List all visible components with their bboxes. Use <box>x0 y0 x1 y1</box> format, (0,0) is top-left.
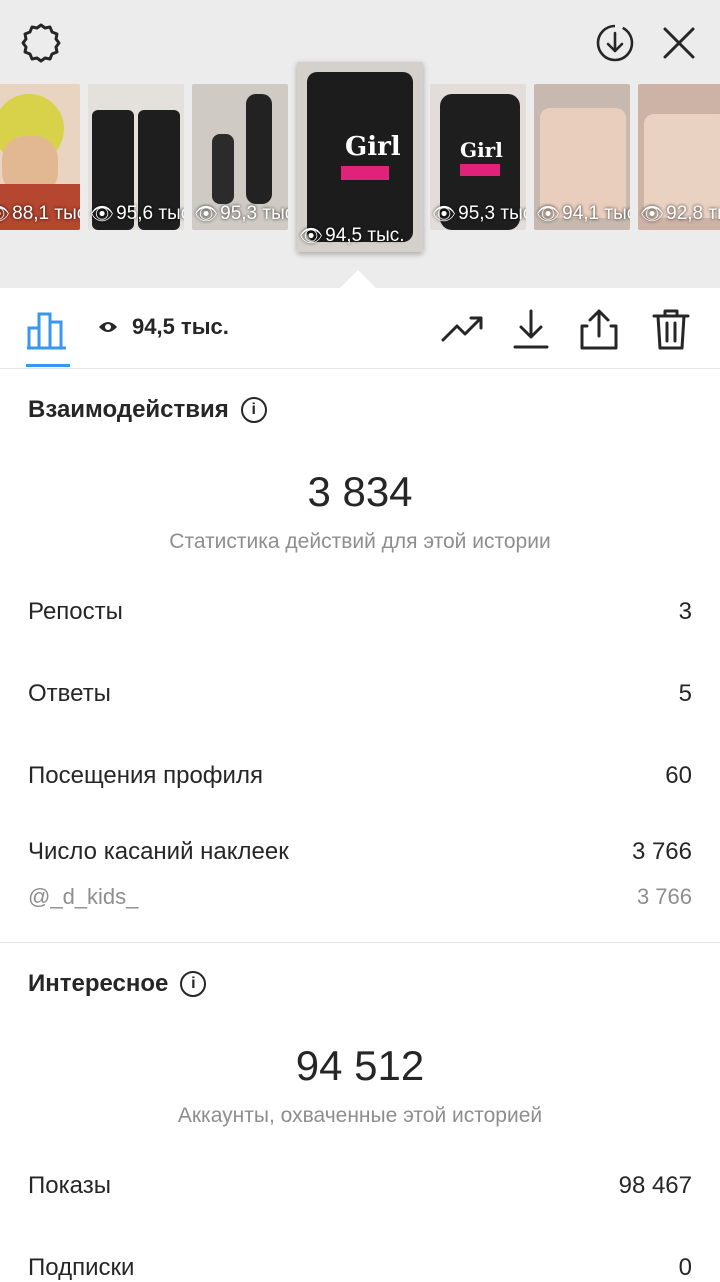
interactions-title: Взаимодействия <box>28 396 229 423</box>
eye-icon: 👁 <box>432 204 457 225</box>
thumbnail-views: 95,3 тыс. <box>458 203 526 224</box>
story-thumbnail[interactable]: 👁95,3 тыс. <box>192 84 288 230</box>
download-icon[interactable] <box>508 306 554 352</box>
stat-label: Показы <box>28 1172 111 1199</box>
story-thumbnail[interactable]: 👁92,8 тыс. <box>638 84 720 230</box>
sticker-handle: @_d_kids_ <box>28 884 139 909</box>
story-thumbnail[interactable]: 👁94,1 тыс. <box>534 84 630 230</box>
eye-icon: 👁 <box>640 204 665 225</box>
info-icon[interactable]: i <box>180 971 207 997</box>
active-tab-indicator <box>26 364 70 367</box>
stat-row-sticker-mention: @_d_kids_ 3 766 <box>28 884 692 910</box>
stat-label: Число касаний наклеек <box>28 838 289 865</box>
discovery-heading: Интересное i <box>28 970 207 998</box>
eye-icon: 👁 <box>194 204 219 225</box>
eye-icon: 👁 <box>299 226 324 247</box>
eye-icon: 👁 <box>90 204 115 225</box>
selected-indicator <box>340 270 376 288</box>
views-count: 94,5 тыс. <box>132 314 229 339</box>
stat-value: 3 <box>678 598 692 625</box>
story-thumbnails: 👁88,1 тыс. 👁95,6 тыс. 👁95,3 тыс. Girl 👁9… <box>0 62 720 252</box>
trending-up-icon[interactable] <box>440 306 486 352</box>
stat-row-reposts: Репосты 3 <box>28 598 692 626</box>
interactions-heading: Взаимодействия i <box>28 396 267 424</box>
stat-row-replies: Ответы 5 <box>28 680 692 708</box>
info-icon[interactable]: i <box>240 397 267 423</box>
discovery-subtitle: Аккаунты, охваченные этой историей <box>177 1104 543 1127</box>
stat-row-follows: Подписки 0 <box>28 1254 692 1282</box>
thumbnail-views: 94,1 тыс. <box>562 203 630 224</box>
stat-value: 60 <box>665 762 692 789</box>
thumbnail-views: 88,1 тыс. <box>12 203 80 224</box>
story-thumbnail-selected[interactable]: Girl 👁 94,5 тыс. <box>297 62 423 252</box>
interactions-total: 3 834 <box>307 468 413 515</box>
thumbnail-views: 95,3 тыс. <box>220 203 288 224</box>
discovery-total: 94 512 <box>295 1042 425 1089</box>
stat-label: Посещения профиля <box>28 762 263 789</box>
stat-row-impressions: Показы 98 467 <box>28 1172 692 1200</box>
eye-icon: 👁 <box>536 204 561 225</box>
thumbnail-views: 94,5 тыс. <box>325 225 405 246</box>
settings-icon[interactable] <box>18 20 64 66</box>
share-icon[interactable] <box>576 306 622 352</box>
download-circle-icon[interactable] <box>592 20 638 66</box>
stat-value: 98 467 <box>618 1172 692 1199</box>
stat-label: Ответы <box>28 680 111 707</box>
stat-value: 0 <box>678 1254 692 1281</box>
trash-icon[interactable] <box>648 306 694 352</box>
story-thumbnail[interactable]: Girl 👁95,3 тыс. <box>430 84 526 230</box>
eye-icon <box>98 314 118 340</box>
bar-chart-icon[interactable] <box>26 306 70 350</box>
sticker-taps-value: 3 766 <box>636 884 692 909</box>
discovery-title: Интересное <box>28 970 169 997</box>
stat-label: Подписки <box>28 1254 135 1281</box>
section-divider <box>0 942 720 943</box>
close-icon[interactable] <box>656 20 702 66</box>
stat-value: 3 766 <box>631 838 692 865</box>
insights-toolbar: 94,5 тыс. <box>0 288 720 369</box>
stat-row-sticker-taps: Число касаний наклеек 3 766 <box>28 838 692 866</box>
thumbnail-views: 95,6 тыс. <box>116 203 184 224</box>
thumbnail-views: 92,8 тыс. <box>666 203 720 224</box>
stat-value: 5 <box>678 680 692 707</box>
story-strip-area: 👁88,1 тыс. 👁95,6 тыс. 👁95,3 тыс. Girl 👁9… <box>0 0 720 288</box>
eye-icon: 👁 <box>0 202 10 226</box>
story-thumbnail[interactable]: 👁88,1 тыс. <box>0 84 80 230</box>
stat-label: Репосты <box>28 598 123 625</box>
interactions-subtitle: Статистика действий для этой истории <box>169 530 551 553</box>
stat-row-profile-visits: Посещения профиля 60 <box>28 762 692 790</box>
story-thumbnail[interactable]: 👁95,6 тыс. <box>88 84 184 230</box>
